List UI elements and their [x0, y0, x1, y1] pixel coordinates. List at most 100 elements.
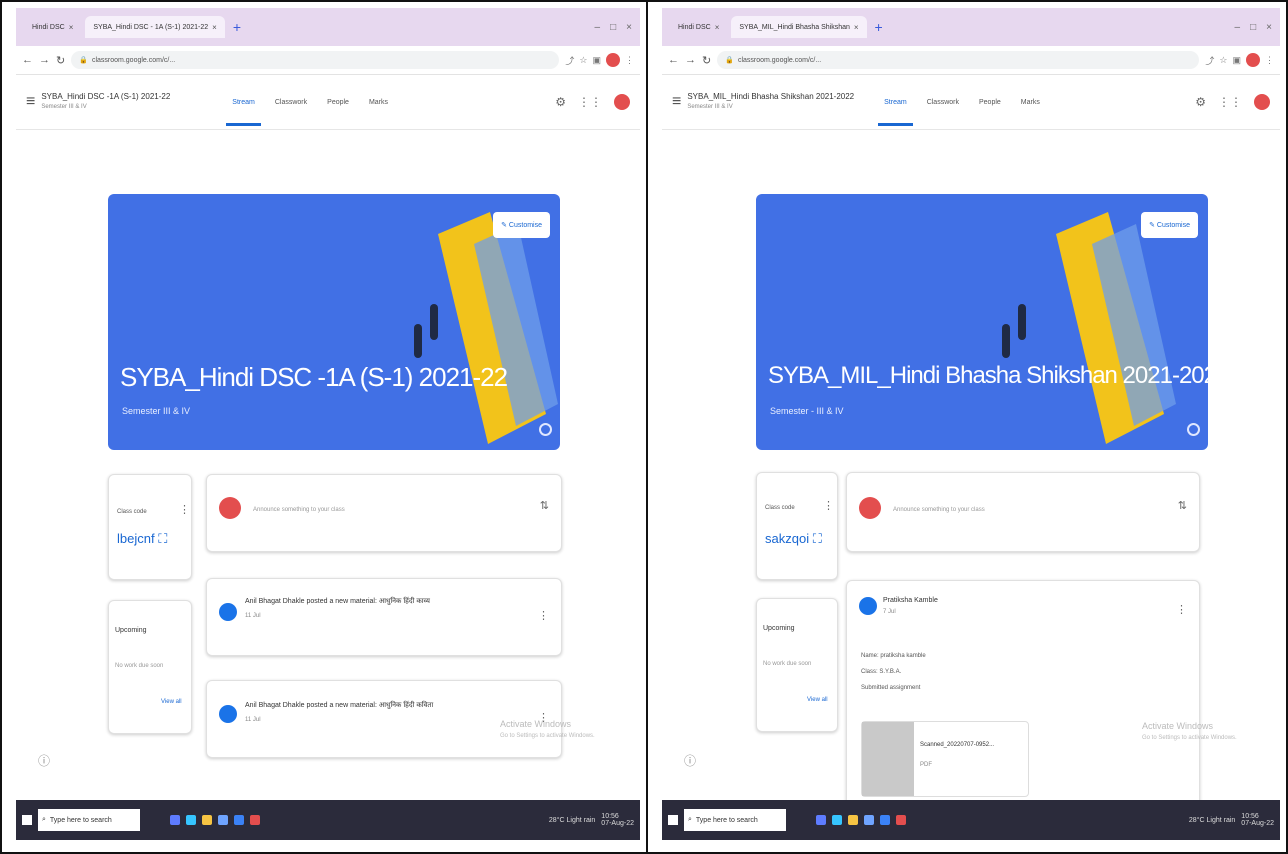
user-avatar[interactable] — [1254, 94, 1270, 110]
class-code[interactable]: lbejcnf ⛶ — [117, 531, 167, 547]
star-icon[interactable]: ☆ — [1219, 55, 1227, 66]
tab-people[interactable]: People — [979, 99, 1001, 106]
edge-icon[interactable] — [832, 815, 842, 825]
close-window-icon[interactable]: × — [626, 22, 632, 33]
extensions-icon[interactable]: ▣ — [1232, 55, 1241, 66]
new-tab-icon[interactable]: + — [233, 19, 241, 35]
store-icon[interactable] — [218, 815, 228, 825]
windows-start-icon[interactable] — [22, 815, 32, 825]
maximize-icon[interactable]: □ — [610, 22, 616, 33]
announce-placeholder: Announce something to your class — [893, 507, 985, 513]
task-view-icon[interactable] — [816, 815, 826, 825]
tab-classwork[interactable]: Classwork — [275, 99, 307, 106]
windows-start-icon[interactable] — [668, 815, 678, 825]
stream-post[interactable]: Pratiksha Kamble 7 Jul ⋮ Name: pratiksha… — [846, 580, 1200, 812]
apps-icon[interactable]: ⋮⋮ — [1218, 95, 1242, 109]
forward-icon[interactable]: → — [39, 54, 50, 66]
browser-tab[interactable]: Hindi DSC × — [670, 16, 727, 38]
attachment-card[interactable]: Scanned_20220707-0952... PDF — [861, 721, 1029, 797]
close-icon[interactable]: × — [854, 23, 859, 32]
task-view-icon[interactable] — [170, 815, 180, 825]
help-icon[interactable]: ⓘ — [684, 752, 696, 769]
browser-window: Hindi DSC × SYBA_MIL_Hindi Bhasha Shiksha… — [662, 8, 1280, 840]
profile-avatar[interactable] — [1246, 53, 1260, 67]
repost-icon[interactable]: ⇅ — [540, 499, 549, 512]
fullscreen-icon[interactable]: ⛶ — [158, 531, 167, 546]
weather-text[interactable]: 28°C Light rain — [549, 817, 595, 824]
menu-dots-icon[interactable]: ⋮ — [625, 55, 634, 66]
profile-avatar[interactable] — [606, 53, 620, 67]
settings-icon[interactable]: ⚙ — [1195, 95, 1206, 109]
star-icon[interactable]: ☆ — [579, 55, 587, 66]
close-icon[interactable]: × — [212, 23, 217, 32]
chrome-icon[interactable] — [250, 815, 260, 825]
close-icon[interactable]: × — [69, 23, 74, 32]
view-all-link[interactable]: View all — [161, 699, 182, 705]
tab-stream[interactable]: Stream — [878, 99, 913, 126]
back-icon[interactable]: ← — [668, 54, 679, 66]
info-icon[interactable] — [1187, 423, 1200, 436]
classroom-header: ≡ SYBA_Hindi DSC -1A (S-1) 2021-22 Semest… — [16, 75, 640, 130]
edge-icon[interactable] — [186, 815, 196, 825]
file-explorer-icon[interactable] — [848, 815, 858, 825]
more-options-icon[interactable]: ⋮ — [1176, 603, 1187, 616]
new-tab-icon[interactable]: + — [875, 19, 883, 35]
close-icon[interactable]: × — [715, 23, 720, 32]
tab-marks[interactable]: Marks — [369, 99, 388, 106]
time-date[interactable]: 10:56 07-Aug-22 — [601, 813, 634, 827]
minimize-icon[interactable]: – — [595, 22, 601, 33]
more-options-icon[interactable]: ⋮ — [538, 609, 549, 622]
customise-button[interactable]: ✎ Customise — [1141, 212, 1198, 238]
weather-text[interactable]: 28°C Light rain — [1189, 817, 1235, 824]
info-icon[interactable] — [539, 423, 552, 436]
repost-icon[interactable]: ⇅ — [1178, 499, 1187, 512]
taskbar-search[interactable]: ⌕ Type here to search — [684, 809, 786, 831]
class-code[interactable]: sakzqoi ⛶ — [765, 531, 822, 547]
tab-marks[interactable]: Marks — [1021, 99, 1040, 106]
tab-classwork[interactable]: Classwork — [927, 99, 959, 106]
back-icon[interactable]: ← — [22, 54, 33, 66]
stream-post[interactable]: Anil Bhagat Dhakle posted a new material… — [206, 578, 562, 656]
help-icon[interactable]: ⓘ — [38, 752, 50, 769]
mail-icon[interactable] — [880, 815, 890, 825]
class-title-text: SYBA_Hindi DSC -1A (S-1) 2021-22 — [41, 92, 171, 101]
address-bar[interactable]: 🔒 classroom.google.com/c/... — [717, 51, 1200, 69]
browser-tab-active[interactable]: SYBA_MIL_Hindi Bhasha Shikshan × — [731, 16, 867, 38]
menu-dots-icon[interactable]: ⋮ — [1265, 55, 1274, 66]
share-icon[interactable]: ⤴ — [1205, 54, 1214, 67]
fullscreen-icon[interactable]: ⛶ — [813, 531, 822, 546]
browser-tab[interactable]: Hindi DSC × — [24, 16, 81, 38]
close-window-icon[interactable]: × — [1266, 22, 1272, 33]
time-date[interactable]: 10:56 07-Aug-22 — [1241, 813, 1274, 827]
user-avatar[interactable] — [614, 94, 630, 110]
customise-button[interactable]: ✎ Customise — [493, 212, 550, 238]
tab-people[interactable]: People — [327, 99, 349, 106]
user-avatar — [859, 497, 881, 519]
tab-stream[interactable]: Stream — [226, 99, 261, 126]
extensions-icon[interactable]: ▣ — [592, 55, 601, 66]
taskbar-search[interactable]: ⌕ Type here to search — [38, 809, 140, 831]
more-options-icon[interactable]: ⋮ — [823, 499, 834, 512]
tab-label: SYBA_MIL_Hindi Bhasha Shikshan — [739, 23, 850, 31]
browser-tab-active[interactable]: SYBA_Hindi DSC - 1A (S-1) 2021-22 × — [85, 16, 225, 38]
address-bar[interactable]: 🔒 classroom.google.com/c/... — [71, 51, 560, 69]
hamburger-icon[interactable]: ≡ — [672, 93, 681, 111]
more-options-icon[interactable]: ⋮ — [179, 503, 190, 516]
hamburger-icon[interactable]: ≡ — [26, 93, 35, 111]
apps-icon[interactable]: ⋮⋮ — [578, 95, 602, 109]
maximize-icon[interactable]: □ — [1250, 22, 1256, 33]
forward-icon[interactable]: → — [685, 54, 696, 66]
tab-label: SYBA_Hindi DSC - 1A (S-1) 2021-22 — [93, 23, 209, 31]
share-icon[interactable]: ⤴ — [565, 54, 574, 67]
view-all-link[interactable]: View all — [807, 697, 828, 703]
file-explorer-icon[interactable] — [202, 815, 212, 825]
reload-icon[interactable]: ↻ — [702, 54, 711, 67]
announce-card[interactable]: Announce something to your class ⇅ — [846, 472, 1200, 552]
chrome-icon[interactable] — [896, 815, 906, 825]
store-icon[interactable] — [864, 815, 874, 825]
minimize-icon[interactable]: – — [1235, 22, 1241, 33]
mail-icon[interactable] — [234, 815, 244, 825]
reload-icon[interactable]: ↻ — [56, 54, 65, 67]
settings-icon[interactable]: ⚙ — [555, 95, 566, 109]
announce-card[interactable]: Announce something to your class ⇅ — [206, 474, 562, 552]
